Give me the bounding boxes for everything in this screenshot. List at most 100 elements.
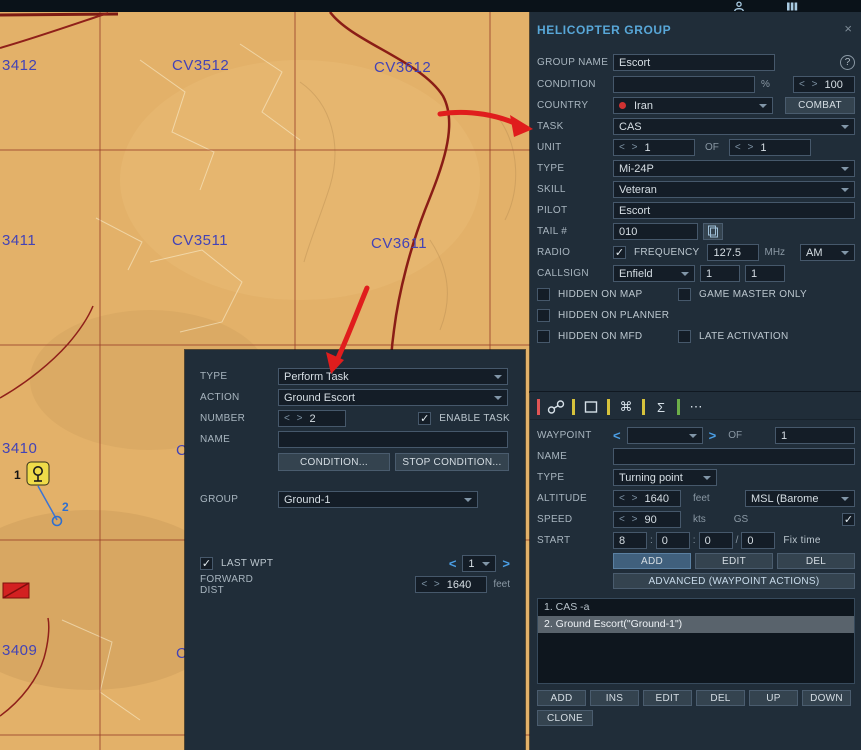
panel-title: HELICOPTER GROUP	[537, 23, 672, 37]
spinner-arrows-icon[interactable]: < >	[619, 493, 639, 504]
spinner-arrows-icon[interactable]: < >	[735, 142, 755, 153]
spinner-arrows-icon[interactable]: < >	[799, 79, 819, 90]
task-type-select[interactable]: Perform Task	[278, 368, 508, 385]
wp-type-select[interactable]: Turning point	[613, 469, 717, 486]
wp-name-input[interactable]	[613, 448, 855, 465]
task-number-label: NUMBER	[200, 413, 246, 424]
ground-unit-icon[interactable]	[2, 582, 30, 599]
checkbox-row-1: HIDDEN ON MAP GAME MASTER ONLY	[537, 286, 855, 303]
frequency-input[interactable]: 127.5	[707, 244, 760, 261]
stop-condition-button[interactable]: STOP CONDITION...	[395, 453, 509, 471]
list-up-button[interactable]: UP	[749, 690, 798, 706]
wp-type-value: Turning point	[619, 471, 683, 484]
callsign-flight-input[interactable]: 1	[700, 265, 740, 282]
spinner-arrows-icon[interactable]: < >	[421, 579, 441, 590]
help-icon[interactable]: ?	[840, 55, 855, 70]
start-hours-input[interactable]: 8	[613, 532, 647, 549]
list-edit-button[interactable]: EDIT	[643, 690, 692, 706]
hidden-on-map-checkbox[interactable]	[537, 288, 550, 301]
late-activation-checkbox[interactable]	[678, 330, 691, 343]
waypoint-total-input[interactable]: 1	[775, 427, 855, 444]
copy-button[interactable]	[703, 223, 723, 240]
list-ins-button[interactable]: INS	[590, 690, 639, 706]
task-group-select[interactable]: Ground-1	[278, 491, 478, 508]
wp-add-button[interactable]: ADD	[613, 553, 691, 569]
wpt-prev-icon[interactable]: <	[449, 556, 457, 571]
wp-del-button[interactable]: DEL	[777, 553, 855, 569]
checkbox-row-2: HIDDEN ON PLANNER	[537, 307, 855, 324]
spinner-arrows-icon[interactable]: < >	[619, 142, 639, 153]
action-list-item-selected[interactable]: 2. Ground Escort("Ground-1")	[538, 616, 854, 633]
list-add-button[interactable]: ADD	[537, 690, 586, 706]
skill-value: Veteran	[619, 183, 657, 196]
unit-count-spinner[interactable]: < > 1	[613, 139, 695, 156]
waypoint-select[interactable]	[626, 427, 703, 444]
combat-button[interactable]: COMBAT	[785, 97, 855, 114]
user-icon[interactable]	[733, 1, 745, 12]
task-action-value: Ground Escort	[284, 391, 355, 404]
task-name-input[interactable]	[278, 431, 508, 448]
condition-button[interactable]: CONDITION...	[278, 453, 390, 471]
more-tools-icon[interactable]: ⋯	[686, 399, 706, 415]
select-zone-icon[interactable]	[581, 399, 601, 415]
sum-tool-icon[interactable]: Σ	[651, 400, 671, 415]
task-number-spinner[interactable]: < > 2	[278, 410, 347, 427]
modulation-select[interactable]: AM	[800, 244, 855, 261]
condition-input[interactable]	[613, 76, 755, 93]
callsign-number-input[interactable]: 1	[745, 265, 785, 282]
top-menubar	[0, 0, 861, 12]
advanced-actions-button[interactable]: ADVANCED (WAYPOINT ACTIONS)	[613, 573, 855, 589]
type-select[interactable]: Mi-24P	[613, 160, 855, 177]
forward-dist-spinner[interactable]: < > 1640	[415, 576, 488, 593]
condition-row: CONDITION % < > 100	[537, 76, 855, 93]
radio-label: RADIO	[537, 247, 571, 258]
game-master-only-checkbox[interactable]	[678, 288, 691, 301]
wpt-next-icon[interactable]: >	[502, 556, 510, 571]
columns-icon[interactable]	[786, 1, 798, 12]
command-tool-icon[interactable]: ⌘	[616, 399, 636, 415]
clone-button[interactable]: CLONE	[537, 710, 593, 726]
pilot-input[interactable]: Escort	[613, 202, 855, 219]
condition-spinner[interactable]: < > 100	[793, 76, 855, 93]
wp-name-label: NAME	[537, 451, 568, 462]
list-del-button[interactable]: DEL	[696, 690, 745, 706]
unit-total-spinner[interactable]: < > 1	[728, 139, 811, 156]
waypoint-prev-icon[interactable]: <	[613, 428, 621, 443]
radio-checkbox[interactable]	[613, 246, 626, 259]
start-day-input[interactable]: 0	[741, 532, 776, 549]
tail-number-input[interactable]: 010	[613, 223, 698, 240]
skill-select[interactable]: Veteran	[613, 181, 855, 198]
colon-separator: :	[650, 535, 653, 546]
route-mode-icon[interactable]	[546, 399, 566, 415]
grid-label: CV3612	[374, 59, 432, 76]
toolbar-bar-red	[537, 399, 540, 415]
last-wpt-checkbox[interactable]	[200, 557, 213, 570]
task-action-select[interactable]: Ground Escort	[278, 389, 508, 406]
start-seconds-input[interactable]: 0	[698, 532, 733, 549]
speed-lock-checkbox[interactable]	[842, 513, 855, 526]
altitude-label: ALTITUDE	[537, 493, 587, 504]
spinner-arrows-icon[interactable]: < >	[284, 413, 304, 424]
wp-edit-button[interactable]: EDIT	[695, 553, 773, 569]
action-list-item[interactable]: 1. CAS -a	[538, 599, 854, 616]
spinner-arrows-icon[interactable]: < >	[619, 514, 639, 525]
enable-task-checkbox[interactable]	[418, 412, 432, 425]
altitude-spinner[interactable]: < > 1640	[613, 490, 681, 507]
country-select[interactable]: Iran	[613, 97, 773, 114]
task-select[interactable]: CAS	[613, 118, 855, 135]
hidden-on-mfd-checkbox[interactable]	[537, 330, 550, 343]
group-name-input[interactable]: Escort	[613, 54, 775, 71]
start-minutes-input[interactable]: 0	[655, 532, 690, 549]
helicopter-unit-icon[interactable]	[26, 461, 50, 486]
unit-number-label: 1	[14, 468, 21, 482]
close-icon[interactable]: ×	[844, 21, 852, 36]
speed-spinner[interactable]: < > 90	[613, 511, 681, 528]
hidden-on-planner-checkbox[interactable]	[537, 309, 550, 322]
altitude-reference-select[interactable]: MSL (Barome	[745, 490, 855, 507]
dropdown-caret-icon	[703, 475, 711, 480]
group-name-row: GROUP NAME Escort ?	[537, 54, 855, 71]
waypoint-next-icon[interactable]: >	[709, 428, 717, 443]
last-wpt-select[interactable]: 1	[462, 555, 497, 572]
list-down-button[interactable]: DOWN	[802, 690, 851, 706]
callsign-select[interactable]: Enfield	[613, 265, 695, 282]
